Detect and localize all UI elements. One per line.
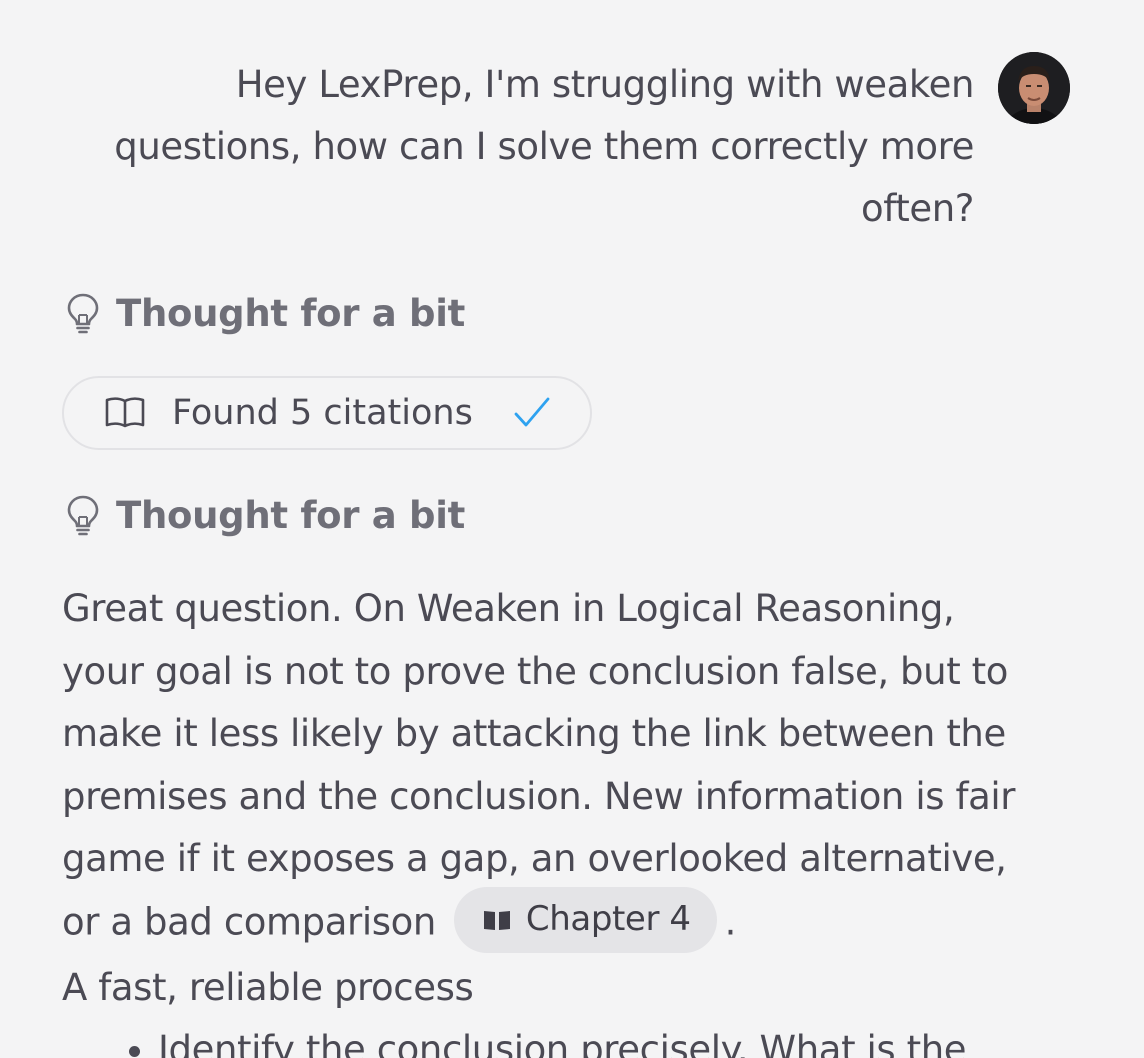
user-message-line: often? [861, 187, 974, 230]
answer-line: your goal is not to prove the conclusion… [62, 649, 1009, 693]
book-icon [483, 910, 510, 930]
user-message-line: questions, how can I solve them correctl… [114, 125, 974, 168]
answer-period: . [724, 900, 737, 943]
chapter-label: Chapter 4 [525, 899, 691, 940]
answer-line: Great question. On Weaken in Logical Rea… [62, 587, 955, 630]
process-heading: A fast, reliable process [62, 965, 474, 1009]
process-list: Identify the conclusion precisely. What … [62, 1019, 1062, 1058]
assistant-answer: Great question. On Weaken in Logical Rea… [62, 578, 1062, 1058]
answer-text: or a bad comparison [62, 900, 436, 943]
answer-line: game if it exposes a gap, an overlooked … [62, 837, 1007, 880]
list-item: Identify the conclusion precisely. What … [158, 1019, 1062, 1058]
thought-indicator[interactable]: Thought for a bit [64, 490, 465, 540]
thought-indicator[interactable]: Thought for a bit [64, 288, 465, 338]
lightbulb-icon [67, 293, 99, 334]
user-message: Hey LexPrep, I'm struggling with weaken … [62, 54, 974, 240]
answer-line: make it less likely by attacking the lin… [62, 712, 1006, 755]
answer-line: premises and the conclusion. New informa… [62, 774, 1016, 818]
thought-label: Thought for a bit [116, 291, 465, 335]
checkmark-icon [514, 397, 550, 427]
answer-line: or a bad comparison Chapter 4. [62, 886, 1062, 957]
citations-button[interactable]: Found 5 citations [62, 376, 592, 450]
chat-view: Hey LexPrep, I'm struggling with weaken … [0, 0, 1144, 1058]
citations-label: Found 5 citations [172, 393, 473, 433]
user-avatar[interactable] [998, 52, 1070, 124]
avatar-photo [998, 52, 1070, 124]
lightbulb-icon [67, 495, 99, 536]
user-message-line: Hey LexPrep, I'm struggling with weaken [235, 63, 975, 106]
thought-label: Thought for a bit [116, 493, 465, 537]
chapter-citation-chip[interactable]: Chapter 4 [453, 886, 717, 953]
book-icon [105, 397, 145, 428]
